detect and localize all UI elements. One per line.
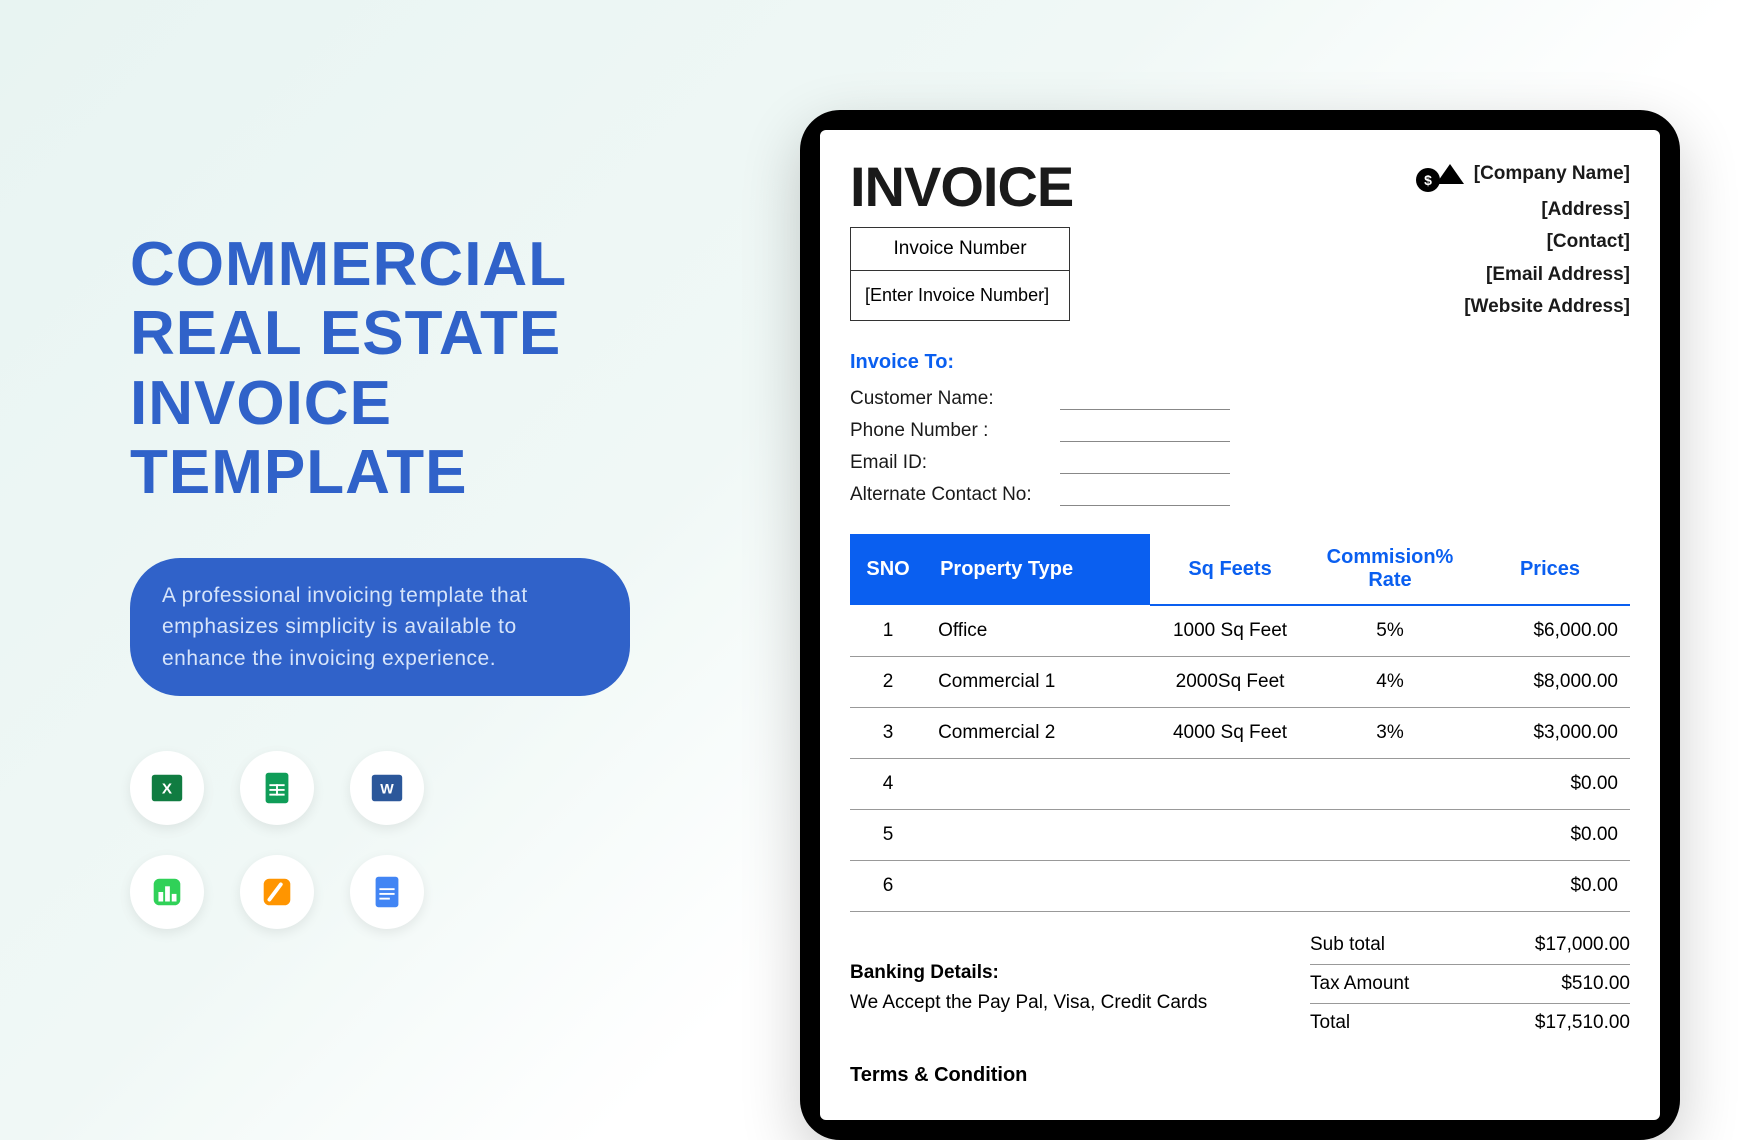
company-address: [Address] bbox=[1414, 194, 1630, 226]
svg-text:X: X bbox=[162, 781, 172, 798]
field-label: Customer Name: bbox=[850, 388, 1060, 410]
field-alt-contact: Alternate Contact No: bbox=[850, 484, 1630, 506]
total-row: Total $17,510.00 bbox=[1310, 1004, 1630, 1042]
total-label: Total bbox=[1310, 1012, 1350, 1034]
docs-icon[interactable] bbox=[350, 855, 424, 929]
title-line: TEMPLATE bbox=[130, 438, 690, 507]
svg-text:W: W bbox=[380, 782, 394, 798]
excel-icon[interactable]: X bbox=[130, 751, 204, 825]
th-commission: Commision% Rate bbox=[1310, 534, 1470, 605]
invoice-to-section: Invoice To: Customer Name: Phone Number … bbox=[850, 351, 1630, 506]
field-input[interactable] bbox=[1060, 422, 1230, 442]
banking-details: Banking Details: We Accept the Pay Pal, … bbox=[850, 926, 1207, 1042]
svg-text:$: $ bbox=[1424, 172, 1432, 188]
company-logo-icon: $ bbox=[1414, 154, 1464, 194]
field-label: Alternate Contact No: bbox=[850, 484, 1060, 506]
page-title: COMMERCIAL REAL ESTATE INVOICE TEMPLATE bbox=[130, 230, 690, 508]
title-line: REAL ESTATE bbox=[130, 299, 690, 368]
table-row: 6$0.00 bbox=[850, 861, 1630, 912]
totals-table: Sub total $17,000.00 Tax Amount $510.00 … bbox=[1310, 926, 1630, 1042]
totals-section: Banking Details: We Accept the Pay Pal, … bbox=[850, 926, 1630, 1042]
company-contact: [Contact] bbox=[1414, 226, 1630, 258]
table-body: 1Office1000 Sq Feet5%$6,000.00 2Commerci… bbox=[850, 605, 1630, 912]
invoice-heading: INVOICE bbox=[850, 154, 1073, 219]
left-panel: COMMERCIAL REAL ESTATE INVOICE TEMPLATE … bbox=[130, 230, 690, 929]
field-email: Email ID: bbox=[850, 452, 1630, 474]
table-row: 3Commercial 24000 Sq Feet3%$3,000.00 bbox=[850, 708, 1630, 759]
field-input[interactable] bbox=[1060, 486, 1230, 506]
field-input[interactable] bbox=[1060, 454, 1230, 474]
subtotal-label: Sub total bbox=[1310, 934, 1385, 956]
field-input[interactable] bbox=[1060, 390, 1230, 410]
invoice-number-box: Invoice Number [Enter Invoice Number] bbox=[850, 227, 1070, 321]
th-sno: SNO bbox=[850, 534, 926, 605]
field-label: Email ID: bbox=[850, 452, 1060, 474]
tax-value: $510.00 bbox=[1561, 973, 1630, 995]
sheets-icon[interactable] bbox=[240, 751, 314, 825]
tax-label: Tax Amount bbox=[1310, 973, 1409, 995]
company-website: [Website Address] bbox=[1414, 291, 1630, 323]
numbers-icon[interactable] bbox=[130, 855, 204, 929]
company-block: $ [Company Name] [Address] [Contact] [Em… bbox=[1414, 154, 1630, 323]
field-phone: Phone Number : bbox=[850, 420, 1630, 442]
table-row: 4$0.00 bbox=[850, 759, 1630, 810]
th-property-type: Property Type bbox=[926, 534, 1150, 605]
tax-row: Tax Amount $510.00 bbox=[1310, 965, 1630, 1004]
app-icon-grid: X W bbox=[130, 751, 690, 929]
th-sqfeets: Sq Feets bbox=[1150, 534, 1310, 605]
invoice-to-label: Invoice To: bbox=[850, 351, 1630, 374]
invoice-number-input[interactable]: [Enter Invoice Number] bbox=[851, 271, 1069, 320]
th-prices: Prices bbox=[1470, 534, 1630, 605]
banking-text: We Accept the Pay Pal, Visa, Credit Card… bbox=[850, 992, 1207, 1014]
invoice-number-label: Invoice Number bbox=[851, 228, 1069, 271]
invoice-header: INVOICE Invoice Number [Enter Invoice Nu… bbox=[850, 154, 1630, 323]
subtotal-row: Sub total $17,000.00 bbox=[1310, 926, 1630, 965]
title-line: COMMERCIAL bbox=[130, 230, 690, 299]
table-row: 1Office1000 Sq Feet5%$6,000.00 bbox=[850, 605, 1630, 657]
title-line: INVOICE bbox=[130, 369, 690, 438]
word-icon[interactable]: W bbox=[350, 751, 424, 825]
description-pill: A professional invoicing template that e… bbox=[130, 558, 630, 697]
subtotal-value: $17,000.00 bbox=[1535, 934, 1630, 956]
table-row: 2Commercial 12000Sq Feet4%$8,000.00 bbox=[850, 657, 1630, 708]
line-items-table: SNO Property Type Sq Feets Commision% Ra… bbox=[850, 534, 1630, 912]
tablet-frame: INVOICE Invoice Number [Enter Invoice Nu… bbox=[800, 110, 1680, 1140]
field-label: Phone Number : bbox=[850, 420, 1060, 442]
total-value: $17,510.00 bbox=[1535, 1012, 1630, 1034]
field-customer-name: Customer Name: bbox=[850, 388, 1630, 410]
company-name: [Company Name] bbox=[1474, 158, 1630, 190]
table-row: 5$0.00 bbox=[850, 810, 1630, 861]
banking-title: Banking Details: bbox=[850, 962, 1207, 984]
pages-icon[interactable] bbox=[240, 855, 314, 929]
company-email: [Email Address] bbox=[1414, 259, 1630, 291]
terms-heading: Terms & Condition bbox=[850, 1064, 1630, 1087]
invoice-document: INVOICE Invoice Number [Enter Invoice Nu… bbox=[820, 130, 1660, 1120]
